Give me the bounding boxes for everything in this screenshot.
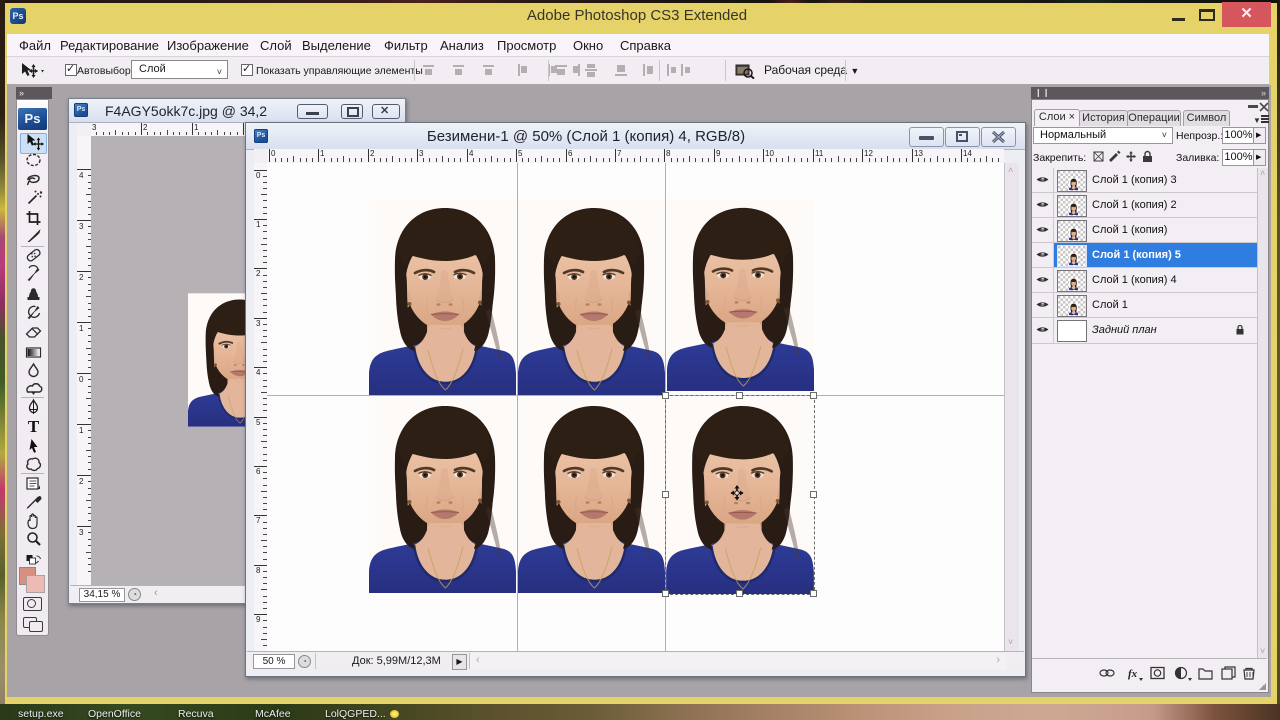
svg-text:fx: fx <box>1128 668 1138 680</box>
svg-text:T: T <box>28 417 40 436</box>
